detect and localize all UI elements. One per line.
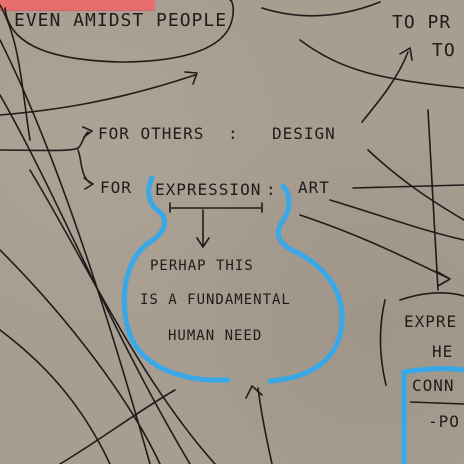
note-design: DESIGN — [272, 124, 336, 143]
bottom-left-line — [59, 389, 176, 464]
note-top-right-1: TO PR — [392, 12, 452, 33]
note-even-amidst-people: EVEN AMIDST PEOPLE — [14, 10, 228, 31]
bubble-line-3: HUMAN NEED — [168, 328, 263, 344]
note-right-2: HE — [432, 342, 454, 361]
design-to-top-arrow — [361, 51, 409, 123]
bubble-line-2: IS A FUNDAMENTAL — [140, 292, 291, 308]
expression-underline — [169, 202, 263, 213]
right-box-curve — [379, 299, 387, 386]
note-right-3: CONN — [412, 376, 455, 395]
diagonal-line-3 — [29, 169, 216, 464]
diagonal-line-5 — [0, 329, 111, 464]
note-right-1: EXPRE — [404, 312, 458, 331]
bubble-line-1: PERHAP THIS — [150, 258, 254, 274]
note-right-4: -PO — [428, 412, 460, 431]
right-vertical-line — [427, 109, 439, 291]
right-box-edge — [399, 291, 464, 301]
arrow-for-head — [83, 177, 94, 190]
notebook-page: EVEN AMIDST PEOPLE TO PR TO FOR OTHERS :… — [0, 0, 464, 464]
note-colon-2: : — [266, 180, 277, 199]
note-for: FOR — [100, 178, 132, 197]
note-art: ART — [298, 178, 330, 197]
sketch-drawing — [0, 0, 464, 464]
bottom-arrow-shaft — [257, 387, 273, 464]
right-box-inner-line — [409, 401, 464, 405]
note-expression: EXPRESSION — [155, 180, 262, 199]
top-right-curve — [261, 1, 381, 17]
branch-bracket — [0, 131, 91, 184]
note-for-others: FOR OTHERS — [98, 124, 205, 143]
curve-to-cloud — [0, 74, 196, 116]
diagonal-line-4 — [0, 249, 161, 464]
right-long-line-3 — [352, 184, 464, 189]
note-colon-1: : — [228, 124, 239, 143]
diagonal-line-1 — [0, 39, 151, 464]
note-top-right-2: TO — [432, 40, 456, 61]
